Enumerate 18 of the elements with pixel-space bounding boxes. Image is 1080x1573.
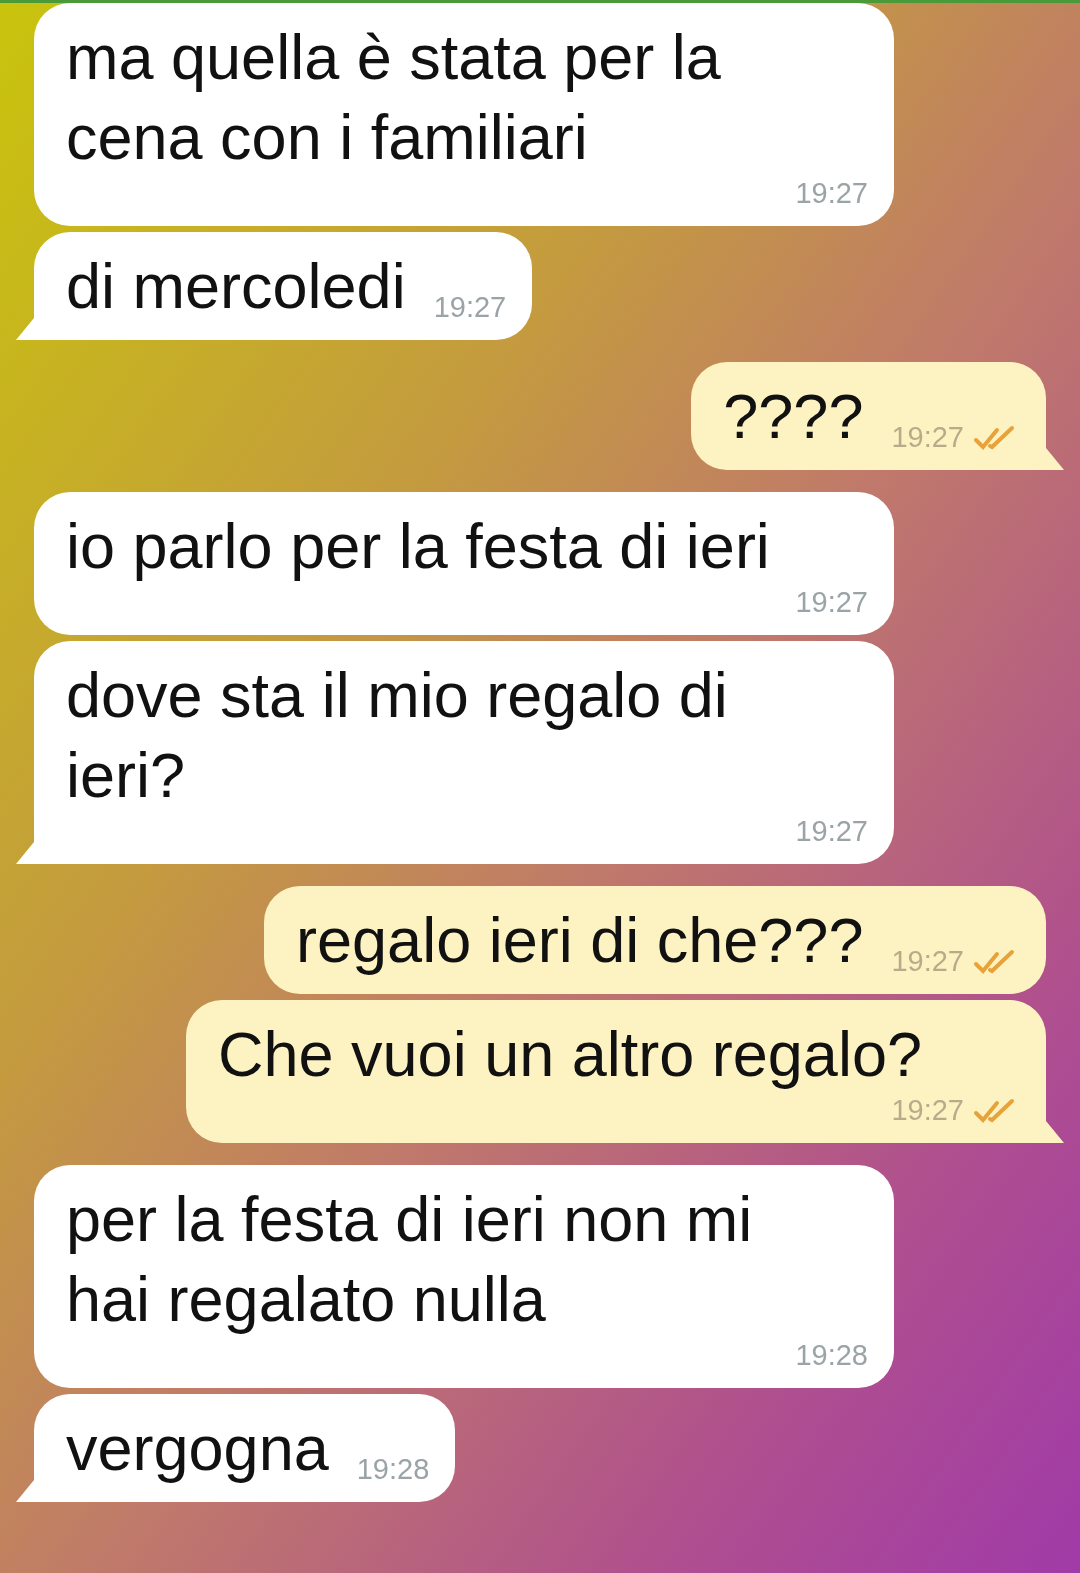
- message-text: dove sta il mio regalo di ieri?: [66, 659, 729, 812]
- message-time: 19:27: [795, 177, 868, 210]
- message-time: 19:27: [891, 1094, 964, 1127]
- message-text: ????: [723, 380, 864, 453]
- message-text: ma quella è stata per la cena con i familiari: [66, 21, 722, 174]
- message-time: 19:27: [795, 815, 868, 848]
- message-text: io parlo per la festa di ieri: [66, 510, 770, 583]
- message-text: per la festa di ieri non mi hai regalato nulla: [66, 1183, 754, 1336]
- message-time: 19:27: [433, 291, 507, 324]
- message-time: 19:27: [891, 945, 964, 978]
- message-text: Che vuoi un altro regalo?: [218, 1018, 922, 1091]
- message-text: regalo ieri di che???: [296, 904, 864, 977]
- message-time: 19:28: [795, 1339, 868, 1372]
- message-time: 19:27: [795, 586, 868, 619]
- message-time: 19:27: [891, 421, 964, 454]
- message-time: 19:28: [356, 1453, 430, 1486]
- message-text: vergogna: [66, 1412, 329, 1485]
- message-text: di mercoledi: [66, 250, 406, 323]
